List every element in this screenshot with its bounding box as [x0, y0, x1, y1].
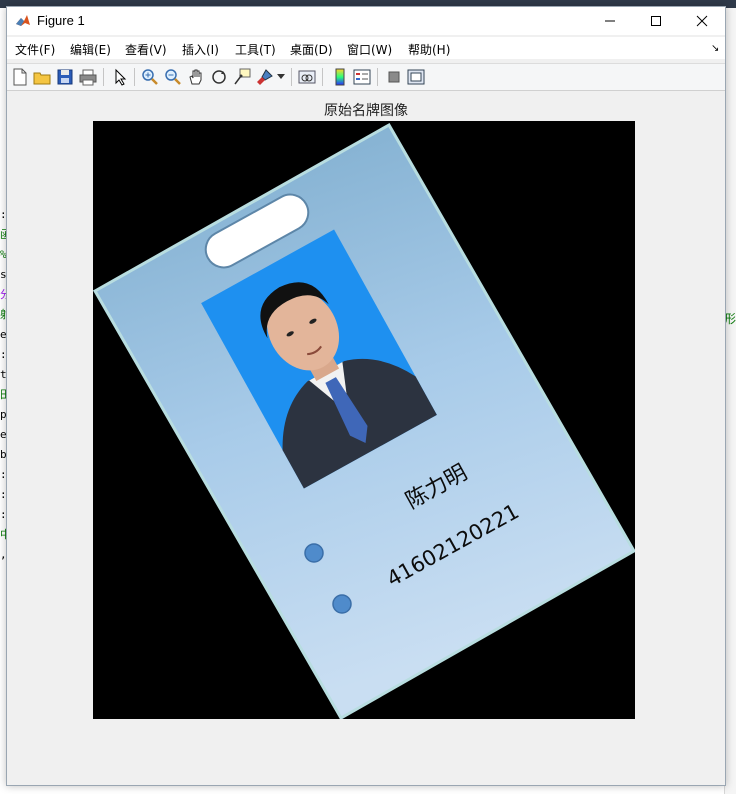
colorbar-icon[interactable] — [331, 68, 349, 86]
matlab-logo-icon — [15, 13, 31, 29]
minimize-button[interactable] — [587, 7, 633, 35]
toolbar-separator — [103, 68, 104, 86]
title-bar[interactable]: Figure 1 — [7, 7, 725, 35]
badge-photo-illustration: 陈力明 41602120221 — [93, 121, 635, 719]
window-title: Figure 1 — [37, 13, 85, 28]
menu-edit[interactable]: 编辑(E) — [70, 41, 111, 58]
link-plot-icon[interactable] — [298, 68, 316, 86]
figure-toolbar — [7, 63, 725, 91]
figure-window: Figure 1 文件(F) 编辑(E) 查看(V) 插入(I) 工具(T) 桌… — [6, 6, 726, 786]
menu-desktop[interactable]: 桌面(D) — [290, 41, 333, 58]
toolbar-separator — [377, 68, 378, 86]
figure-canvas: 原始名牌图像 陈力明 41602120221 — [7, 91, 725, 785]
maximize-icon — [651, 16, 661, 26]
maximize-button[interactable] — [633, 7, 679, 35]
menu-bar: 文件(F) 编辑(E) 查看(V) 插入(I) 工具(T) 桌面(D) 窗口(W… — [7, 37, 725, 59]
menu-file[interactable]: 文件(F) — [15, 41, 55, 58]
hide-plot-tools-icon[interactable] — [385, 68, 403, 86]
menu-overflow-icon[interactable]: ↘ — [711, 43, 719, 54]
menu-tools[interactable]: 工具(T) — [235, 41, 276, 58]
close-button[interactable] — [679, 7, 725, 35]
menu-insert[interactable]: 插入(I) — [182, 41, 219, 58]
axes-title: 原始名牌图像 — [324, 103, 408, 119]
toolbar-separator — [322, 68, 323, 86]
data-cursor-icon[interactable] — [233, 68, 251, 86]
brush-dropdown-icon[interactable] — [277, 74, 285, 80]
minimize-icon — [605, 20, 615, 22]
menu-view[interactable]: 查看(V) — [125, 41, 167, 58]
open-file-icon[interactable] — [33, 68, 51, 86]
brush-icon[interactable] — [256, 68, 274, 86]
pan-hand-icon[interactable] — [187, 68, 205, 86]
close-icon — [696, 15, 708, 27]
new-figure-icon[interactable] — [11, 68, 29, 86]
print-icon[interactable] — [79, 68, 97, 86]
show-plot-tools-icon[interactable] — [407, 68, 425, 86]
zoom-in-icon[interactable] — [141, 68, 159, 86]
toolbar-separator — [134, 68, 135, 86]
menu-window[interactable]: 窗口(W) — [347, 41, 392, 58]
save-icon[interactable] — [56, 68, 74, 86]
menu-help[interactable]: 帮助(H) — [408, 41, 450, 58]
zoom-out-icon[interactable] — [164, 68, 182, 86]
legend-icon[interactable] — [353, 68, 371, 86]
toolbar-separator — [291, 68, 292, 86]
select-arrow-icon[interactable] — [111, 68, 129, 86]
rotate-3d-icon[interactable] — [210, 68, 228, 86]
nameplate-image: 陈力明 41602120221 — [93, 121, 635, 719]
